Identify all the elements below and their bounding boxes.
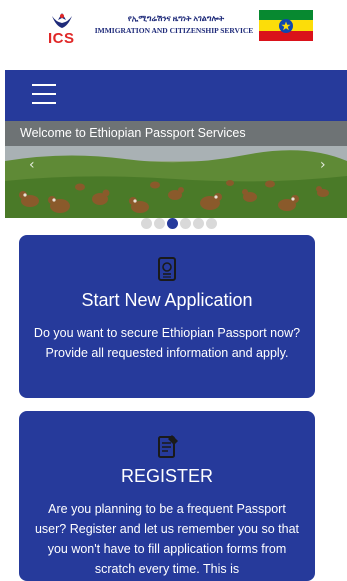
slider-dot-2[interactable] xyxy=(154,218,165,229)
banner-prev-arrow[interactable]: ‹ xyxy=(29,157,35,173)
ethiopian-flag-icon xyxy=(259,10,313,41)
start-new-application-description: Do you want to secure Ethiopian Passport… xyxy=(33,326,301,360)
top-nav-bar xyxy=(5,70,347,121)
register-card[interactable]: REGISTER Are you planning to be a freque… xyxy=(19,411,315,581)
header-logo-bar: ICS የኢሚግሬሽንና ዜግነት አገልግሎት IMMIGRATION AND… xyxy=(0,0,347,60)
register-document-icon xyxy=(156,433,180,463)
register-description: Are you planning to be a frequent Passpo… xyxy=(34,502,300,576)
org-name-amharic: የኢሚግሬሽንና ዜግነት አገልግሎት xyxy=(127,14,225,23)
slider-dot-6[interactable] xyxy=(206,218,217,229)
slider-dot-1[interactable] xyxy=(141,218,152,229)
org-name-english: IMMIGRATION AND CITIZENSHIP SERVICE xyxy=(94,26,254,35)
banner-slider: Welcome to Ethiopian Passport Services ‹… xyxy=(5,121,347,218)
register-title: REGISTER xyxy=(120,466,213,486)
start-new-application-card[interactable]: Start New Application Do you want to sec… xyxy=(19,235,315,398)
banner-next-arrow[interactable]: › xyxy=(320,157,326,173)
slider-dot-3[interactable] xyxy=(167,218,178,229)
hamburger-menu-icon[interactable] xyxy=(32,84,56,104)
banner-caption: Welcome to Ethiopian Passport Services xyxy=(5,121,347,146)
passport-icon xyxy=(156,257,178,285)
start-new-application-title: Start New Application xyxy=(81,290,253,310)
ics-logo-text: ICS xyxy=(48,30,75,47)
slider-dot-4[interactable] xyxy=(180,218,191,229)
slider-dot-5[interactable] xyxy=(193,218,204,229)
